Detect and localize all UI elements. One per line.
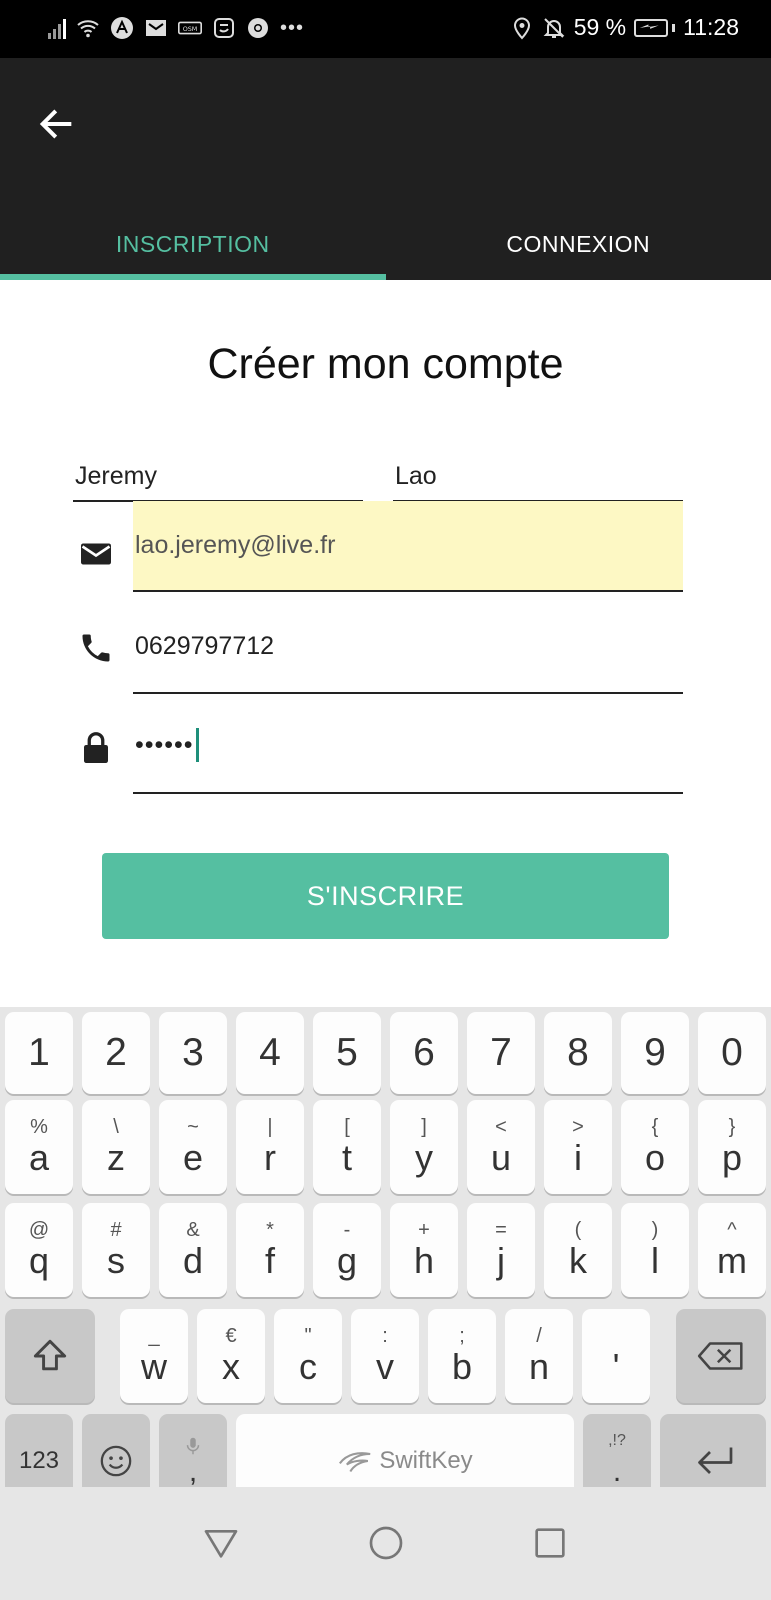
battery-icon (634, 18, 676, 37)
key-n[interactable]: / n (505, 1309, 573, 1403)
text-cursor (195, 728, 199, 762)
key-7[interactable]: 7 (467, 1012, 535, 1094)
key-x[interactable]: € x (197, 1309, 265, 1403)
back-button[interactable] (30, 98, 82, 150)
key-g[interactable]: -g (313, 1203, 381, 1297)
email-icon (78, 536, 114, 572)
key-d[interactable]: & d (159, 1203, 227, 1297)
page-title: Créer mon compte (207, 340, 564, 388)
password-dots: •••••• (135, 730, 194, 759)
phone-field[interactable]: 0629797712 (133, 620, 683, 694)
key-q[interactable]: @ q (5, 1203, 73, 1297)
key-s[interactable]: # s (82, 1203, 150, 1297)
chrome-icon (246, 16, 270, 40)
key-0[interactable]: 0 (698, 1012, 766, 1094)
backspace-icon (697, 1342, 743, 1370)
nav-recents-button[interactable] (524, 1517, 576, 1569)
key-h[interactable]: + h (390, 1203, 458, 1297)
status-bar: OSM ••• 59 % 11:28 (0, 0, 771, 58)
key-8[interactable]: 8 (544, 1012, 612, 1094)
app-toolbar: INSCRIPTION CONNEXION (0, 58, 771, 280)
key-2[interactable]: 2 (82, 1012, 150, 1094)
signal-icon (48, 17, 66, 39)
key-6[interactable]: 6 (390, 1012, 458, 1094)
key-4[interactable]: 4 (236, 1012, 304, 1094)
tab-bar: INSCRIPTION CONNEXION (0, 208, 771, 280)
key-f[interactable]: * f (236, 1203, 304, 1297)
key-z[interactable]: \ z (82, 1100, 150, 1194)
wifi-icon (76, 16, 100, 40)
key-y[interactable]: ] y (390, 1100, 458, 1194)
tab-connexion[interactable]: CONNEXION (386, 208, 771, 280)
phone-value: 0629797712 (135, 632, 275, 660)
keyboard: 1 2 3 4 5 6 7 8 9 0 % a \ z ~ e | r [t ] y < u… (0, 1007, 771, 1508)
key-3[interactable]: 3 (159, 1012, 227, 1094)
register-button[interactable]: S'INSCRIRE (102, 853, 669, 939)
app-a-icon (110, 16, 134, 40)
swiftkey-logo: SwiftKey (337, 1447, 473, 1475)
email-value: lao.jeremy@live.fr (135, 531, 336, 559)
clock: 11:28 (683, 14, 739, 40)
square-recents-icon (535, 1528, 565, 1558)
navigation-bar (0, 1487, 771, 1600)
password-field[interactable]: •••••• (133, 720, 683, 794)
swiftkey-icon (339, 1452, 371, 1473)
arrow-left-icon (39, 109, 72, 139)
key-v[interactable]: :v (351, 1309, 419, 1403)
first-name-value: Jeremy (75, 462, 157, 490)
key-p[interactable]: } p (698, 1100, 766, 1194)
key-i[interactable]: > i (544, 1100, 612, 1194)
battery-percent: 59 % (573, 14, 627, 40)
email-field[interactable]: lao.jeremy@live.fr (133, 501, 683, 592)
key-o[interactable]: {o (621, 1100, 689, 1194)
lock-icon (78, 730, 114, 766)
key-c[interactable]: " c (274, 1309, 342, 1403)
svg-text:OSM: OSM (183, 25, 198, 33)
key-a[interactable]: % a (5, 1100, 73, 1194)
mail-icon (144, 16, 168, 40)
key-w[interactable]: _ w (120, 1309, 188, 1403)
key-u[interactable]: < u (467, 1100, 535, 1194)
tab-inscription[interactable]: INSCRIPTION (0, 208, 386, 280)
key-5[interactable]: 5 (313, 1012, 381, 1094)
key-m[interactable]: ^ m (698, 1203, 766, 1297)
key-apostrophe[interactable]: ' (582, 1309, 650, 1403)
status-left: OSM ••• (48, 16, 304, 40)
last-name-value: Lao (395, 462, 437, 490)
phone-icon (78, 630, 114, 666)
last-name-field[interactable]: Lao (393, 450, 683, 502)
enter-icon (698, 1447, 733, 1474)
key-k[interactable]: (k (544, 1203, 612, 1297)
password-value: •••••• (135, 728, 199, 762)
triangle-back-icon (204, 1530, 238, 1558)
circle-home-icon (369, 1526, 403, 1560)
bell-off-icon (542, 16, 566, 40)
key-1[interactable]: 1 (5, 1012, 73, 1094)
key-l[interactable]: ) l (621, 1203, 689, 1297)
app-icon (212, 16, 236, 40)
key-9[interactable]: 9 (621, 1012, 689, 1094)
first-name-field[interactable]: Jeremy (73, 450, 363, 502)
nav-back-button[interactable] (195, 1517, 247, 1569)
key-e[interactable]: ~ e (159, 1100, 227, 1194)
backspace-key[interactable] (676, 1309, 766, 1403)
key-j[interactable]: = j (467, 1203, 535, 1297)
key-r[interactable]: | r (236, 1100, 304, 1194)
shift-key[interactable] (5, 1309, 95, 1403)
smiley-icon (100, 1445, 132, 1477)
location-icon (510, 16, 534, 40)
key-b[interactable]: ; b (428, 1309, 496, 1403)
shift-icon (33, 1339, 67, 1371)
microphone-icon (186, 1437, 200, 1455)
more-notifications-icon: ••• (280, 16, 305, 39)
key-t[interactable]: [t (313, 1100, 381, 1194)
nav-home-button[interactable] (360, 1517, 412, 1569)
osm-icon: OSM (178, 16, 202, 40)
status-right: 59 % 11:28 (510, 14, 739, 41)
